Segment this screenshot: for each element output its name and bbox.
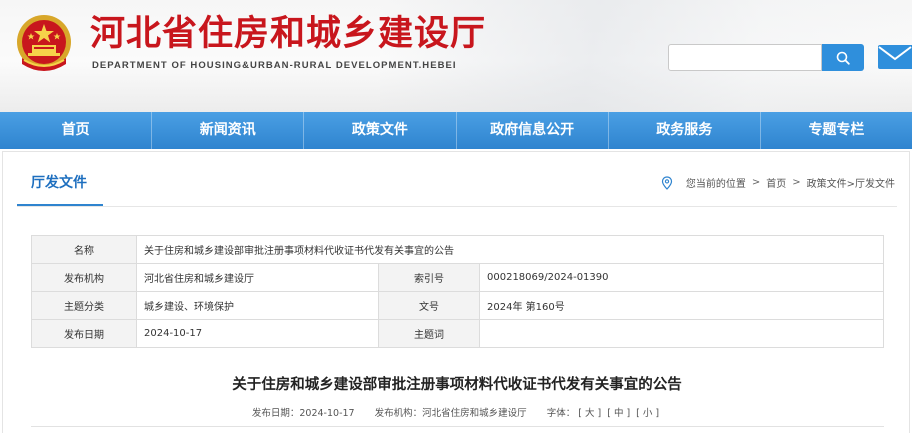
nav-item-home[interactable]: 首页: [0, 112, 153, 149]
breadcrumb-current[interactable]: 政策文件>厅发文件: [807, 175, 895, 190]
meta-publisher-value: 河北省住房和城乡建设厅: [136, 263, 379, 292]
meta-category-label: 主题分类: [31, 291, 137, 320]
nav-item-services[interactable]: 政务服务: [609, 112, 761, 149]
article-publisher-label: 发布机构：: [374, 408, 423, 419]
font-size-medium-button[interactable]: [ 中 ]: [607, 408, 630, 419]
meta-date-label: 发布日期: [31, 319, 137, 348]
document-meta-table: 名称 关于住房和城乡建设部审批注册事项材料代收证书代发有关事宜的公告 发布机构 …: [31, 235, 884, 348]
breadcrumb: 您当前的位置 > 首页 > 政策文件>厅发文件: [660, 175, 895, 190]
search-button[interactable]: [822, 44, 864, 71]
breadcrumb-separator: >: [751, 177, 761, 188]
breadcrumb-home[interactable]: 首页: [766, 175, 786, 190]
tab-divider: [17, 206, 897, 207]
meta-index-label: 索引号: [378, 263, 480, 292]
meta-keywords-value: [479, 319, 884, 348]
meta-publisher-label: 发布机构: [31, 263, 137, 292]
meta-name-value: 关于住房和城乡建设部审批注册事项材料代收证书代发有关事宜的公告: [136, 235, 884, 264]
breadcrumb-prefix: 您当前的位置: [685, 179, 746, 190]
meta-name-label: 名称: [31, 235, 137, 264]
nav-item-policy[interactable]: 政策文件: [304, 112, 457, 149]
meta-keywords-label: 主题词: [378, 319, 480, 348]
article-date-value: 2024-10-17: [299, 408, 355, 419]
mail-icon[interactable]: [877, 44, 912, 70]
font-size-small-button[interactable]: [ 小 ]: [636, 408, 659, 419]
table-row: 发布日期 2024-10-17 主题词: [31, 319, 884, 348]
table-row: 发布机构 河北省住房和城乡建设厅 索引号 000218069/2024-0139…: [31, 263, 884, 292]
meta-index-value: 000218069/2024-01390: [479, 263, 884, 292]
main-nav: 首页 新闻资讯 政策文件 政府信息公开 政务服务 专题专栏: [0, 112, 912, 149]
search-input[interactable]: [668, 44, 822, 71]
content-panel: 厅发文件 您当前的位置 > 首页 > 政策文件>厅发文件 名称 关于住房和城乡建…: [2, 151, 910, 433]
article-publisher-value: 河北省住房和城乡建设厅: [422, 408, 527, 419]
article-info: 发布日期：2024-10-17 发布机构：河北省住房和城乡建设厅 字体：[ 大 …: [3, 405, 911, 419]
site-title: 河北省住房和城乡建设厅: [90, 14, 487, 54]
tab-dept-documents[interactable]: 厅发文件: [17, 166, 103, 206]
site-header: 河北省住房和城乡建设厅 DEPARTMENT OF HOUSING&URBAN-…: [0, 0, 912, 112]
location-pin-icon: [661, 175, 672, 190]
meta-docno-label: 文号: [378, 291, 480, 320]
search-icon: [836, 51, 850, 65]
breadcrumb-separator: >: [792, 177, 801, 188]
nav-item-topics[interactable]: 专题专栏: [761, 112, 912, 149]
font-size-label: 字体：: [546, 408, 576, 419]
meta-category-value: 城乡建设、环境保护: [136, 291, 379, 320]
table-row: 名称 关于住房和城乡建设部审批注册事项材料代收证书代发有关事宜的公告: [31, 235, 884, 264]
article-date-label: 发布日期：: [251, 408, 300, 419]
meta-docno-value: 2024年 第160号: [479, 291, 884, 320]
table-row: 主题分类 城乡建设、环境保护 文号 2024年 第160号: [31, 291, 884, 320]
national-emblem-icon: [17, 15, 71, 71]
nav-item-gov-info[interactable]: 政府信息公开: [457, 112, 609, 149]
article-title: 关于住房和城乡建设部审批注册事项材料代收证书代发有关事宜的公告: [232, 377, 682, 393]
font-size-large-button[interactable]: [ 大 ]: [578, 408, 601, 419]
site-subtitle: DEPARTMENT OF HOUSING&URBAN-RURAL DEVELO…: [92, 60, 457, 71]
article-divider: [31, 426, 884, 427]
meta-date-value: 2024-10-17: [136, 319, 379, 348]
nav-item-news[interactable]: 新闻资讯: [152, 112, 305, 149]
